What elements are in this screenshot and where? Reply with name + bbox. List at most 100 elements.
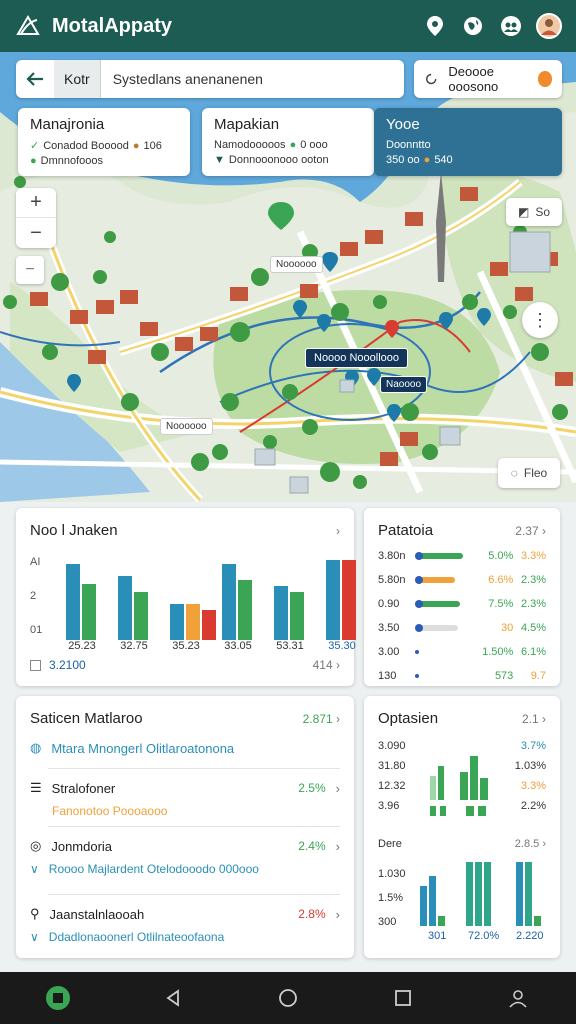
patatoia-row[interactable]: 3.00 1.50% 6.1% [378,644,546,660]
layers-button[interactable]: ◩ So [506,198,562,226]
sales-bar [66,564,80,640]
layers-label: So [535,205,551,219]
search-chip[interactable]: Kotr [54,60,101,98]
panel-title: Optasien [378,710,439,727]
chart-bar [460,772,468,800]
station-item-sub: Ddadlonaoonerl Otlilnateoofaona [48,930,225,944]
filter-label: Fleo [523,466,548,480]
options-x-label: 301 [428,930,447,942]
sales-x-label: 25.23 [68,640,96,652]
station-item[interactable]: ◍ Mtara Mnongerl Olitlaroatonona [30,740,340,756]
row-value-2: 2.3% [520,598,547,610]
panel-title: Patatoia [378,522,434,539]
patatoia-row[interactable]: 5.80n 6.6% 2.3% [378,572,546,588]
map-label-center[interactable]: Noooo Nooollooo [305,348,409,368]
menu-icon: ☰ [30,780,42,795]
sales-panel: Noo l Jnaken › AI 2 01 3.2100 414 › 25.2… [16,508,356,686]
chart-bar [438,766,444,800]
chart-bar [429,876,436,926]
row-label: 3.80n [378,550,406,562]
chevron-down-icon[interactable]: ∨ [30,862,39,876]
weather-widget[interactable]: Deoooe ooosono [414,60,562,98]
options-top-chart [430,756,488,816]
recent-apps-icon[interactable] [390,985,416,1011]
row-value-1: 30 [501,622,514,634]
options-row-value: 1.03% [514,760,546,772]
map-card-line: Doonntto [386,139,431,151]
sales-bar [82,584,96,640]
options-bottom-chart [420,862,541,926]
panel-title: Noo l Jnaken [30,522,118,539]
row-label: 130 [378,670,397,682]
station-item[interactable]: ☰ Stralofoner 2.5% › Fanonotoo Poooaooo [30,780,340,818]
sales-bar [222,564,236,640]
row-value-1: 1.50% [482,646,514,658]
divider [48,768,340,769]
row-value-1: 6.6% [488,574,514,586]
options-row-value: 3.7% [520,740,546,752]
search-bar[interactable]: Kotr Systedlans anenanenen [16,60,404,98]
checkbox-icon[interactable] [30,659,41,671]
progress-track [415,673,468,679]
chevron-right-icon[interactable]: › [336,839,340,854]
more-options-button[interactable]: ⋮ [522,302,558,338]
globe-icon[interactable] [460,13,486,39]
chevron-right-icon[interactable]: › [539,524,546,538]
location-pin-icon[interactable] [422,13,448,39]
sales-x-label: 35.30 [328,640,356,652]
chevron-right-icon[interactable]: › [336,524,340,538]
options-row-value: 2.2% [520,800,546,812]
chevron-right-icon[interactable]: › [336,781,340,796]
chart-bar [480,778,488,800]
zoom-control: + − [16,188,56,248]
patatoia-row[interactable]: 3.80n 5.0% 3.3% [378,548,546,564]
filter-button[interactable]: ◌ Fleo [498,458,560,488]
map-card-2[interactable]: Mapakian Namodooooos ● 0 ooo ▼ Donnooonooo … [202,108,374,176]
leaf-icon: ● [30,155,37,167]
patatoia-row[interactable]: 3.50 30 4.5% [378,620,546,636]
sales-footer-right: 414 [312,658,333,672]
map-card-1[interactable]: Manajronia ✓ Conadod Booood ● 106 ● Dmnnofoo… [18,108,190,176]
chart-bar [516,862,523,926]
chevron-right-icon[interactable]: › [336,658,340,672]
y-label: 2 [30,590,37,602]
chevron-right-icon[interactable]: › [539,712,546,726]
options-row-label: 3.090 [378,740,406,752]
map-card-3[interactable]: Yooe Doonntto 350 oo ● 540 [374,108,562,176]
patatoia-row[interactable]: 130 573 9.7 [378,668,546,684]
people-icon[interactable] [498,13,524,39]
back-icon[interactable] [160,985,186,1011]
app-logo-icon[interactable] [14,12,42,40]
pin-icon: ▼ [214,154,225,166]
zoom-in-button[interactable]: + [16,188,56,218]
back-arrow-icon[interactable] [16,60,54,98]
station-item-text: Mtara Mnongerl Olitlaroatonona [51,740,235,756]
check-icon: ✓ [30,140,40,152]
sales-bar [186,604,200,640]
station-item[interactable]: ⚲ Jaanstalnlaooah 2.8% › ∨ Ddadlonaoonerl Ot… [30,906,340,944]
sales-bar [342,560,356,640]
chevron-right-icon[interactable]: › [336,907,340,922]
patatoia-row[interactable]: 0.90 7.5% 2.3% [378,596,546,612]
chevron-right-icon[interactable]: › [539,838,546,850]
collapse-button[interactable]: − [16,256,44,284]
chart-bar [438,916,445,926]
options-axis-label: 300 [378,916,397,928]
home-icon[interactable] [45,985,71,1011]
home-circle-icon[interactable] [275,985,301,1011]
chevron-down-icon[interactable]: ∨ [30,930,39,944]
map-card-line: 350 oo [386,154,420,166]
chevron-right-icon[interactable]: › [333,712,340,726]
row-label: 0.90 [378,598,400,610]
refresh-icon [425,73,437,85]
map-card-line: Namodooooos [214,139,286,151]
station-item[interactable]: ◎ Jonmdoria 2.4% › ∨ Roooo Majlardent Otelod… [30,838,340,876]
map-label-small-2: Naoooo [380,376,428,393]
sun-icon [537,71,552,87]
avatar[interactable] [536,13,562,39]
row-value-2: 3.3% [520,550,547,562]
profile-icon[interactable] [505,985,531,1011]
map-label-small-3: Noooooo [160,418,213,435]
zoom-out-button[interactable]: − [16,218,56,248]
search-input[interactable]: Systedlans anenanenen [101,71,263,87]
